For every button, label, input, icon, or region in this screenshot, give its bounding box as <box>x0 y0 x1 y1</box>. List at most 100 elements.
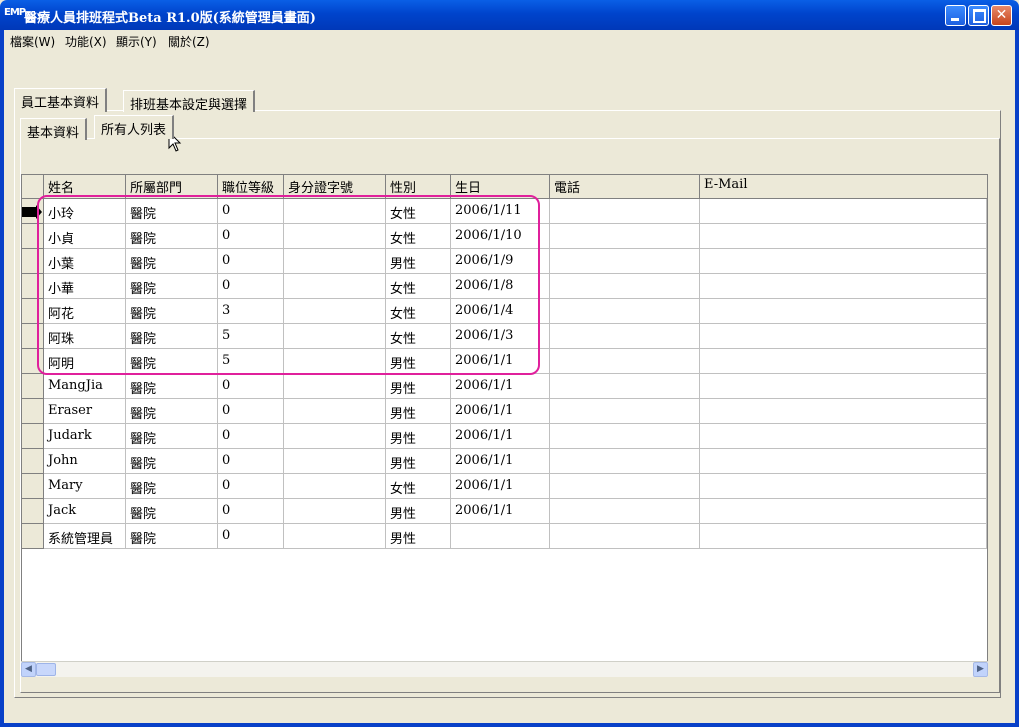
horizontal-scrollbar[interactable]: ◀ ▶ <box>21 661 988 677</box>
cell-rank[interactable]: 0 <box>218 274 284 299</box>
table-row[interactable]: 阿花 醫院 3 女性 2006/1/4 <box>22 299 987 324</box>
cell-phone[interactable] <box>550 424 700 449</box>
cell-phone[interactable] <box>550 324 700 349</box>
cell-rank[interactable]: 0 <box>218 399 284 424</box>
cell-id-number[interactable] <box>284 249 386 274</box>
cell-department[interactable]: 醫院 <box>126 324 218 349</box>
table-row[interactable]: 小貞 醫院 0 女性 2006/1/10 <box>22 224 987 249</box>
cell-name[interactable]: Jack <box>44 499 126 524</box>
row-indicator[interactable] <box>22 324 44 349</box>
table-row[interactable]: 系統管理員 醫院 0 男性 <box>22 524 987 549</box>
cell-birthday[interactable]: 2006/1/1 <box>451 499 550 524</box>
column-header-email[interactable]: E-Mail <box>700 175 987 198</box>
cell-phone[interactable] <box>550 249 700 274</box>
cell-birthday[interactable]: 2006/1/1 <box>451 449 550 474</box>
cell-gender[interactable]: 男性 <box>386 524 451 549</box>
cell-birthday[interactable]: 2006/1/4 <box>451 299 550 324</box>
table-row[interactable]: Judark 醫院 0 男性 2006/1/1 <box>22 424 987 449</box>
table-row[interactable]: 小華 醫院 0 女性 2006/1/8 <box>22 274 987 299</box>
cell-gender[interactable]: 女性 <box>386 474 451 499</box>
row-indicator[interactable] <box>22 399 44 424</box>
row-indicator[interactable] <box>22 274 44 299</box>
cell-department[interactable]: 醫院 <box>126 499 218 524</box>
row-indicator[interactable] <box>22 524 44 549</box>
cell-phone[interactable] <box>550 499 700 524</box>
cell-name[interactable]: 小華 <box>44 274 126 299</box>
close-button[interactable]: ✕ <box>991 5 1012 26</box>
cell-phone[interactable] <box>550 274 700 299</box>
row-indicator[interactable] <box>22 299 44 324</box>
menu-about[interactable]: 關於(Z) <box>168 33 210 50</box>
cell-id-number[interactable] <box>284 199 386 224</box>
cell-birthday[interactable]: 2006/1/1 <box>451 349 550 374</box>
cell-name[interactable]: 系統管理員 <box>44 524 126 549</box>
cell-birthday[interactable]: 2006/1/11 <box>451 199 550 224</box>
cell-id-number[interactable] <box>284 499 386 524</box>
table-row[interactable]: Jack 醫院 0 男性 2006/1/1 <box>22 499 987 524</box>
cell-phone[interactable] <box>550 349 700 374</box>
cell-email[interactable] <box>700 224 987 249</box>
cell-id-number[interactable] <box>284 349 386 374</box>
cell-name[interactable]: 小玲 <box>44 199 126 224</box>
cell-phone[interactable] <box>550 449 700 474</box>
cell-rank[interactable]: 5 <box>218 349 284 374</box>
cell-birthday[interactable]: 2006/1/1 <box>451 474 550 499</box>
scroll-right-button[interactable]: ▶ <box>973 662 988 677</box>
cell-department[interactable]: 醫院 <box>126 524 218 549</box>
table-row[interactable]: Mary 醫院 0 女性 2006/1/1 <box>22 474 987 499</box>
cell-email[interactable] <box>700 474 987 499</box>
row-indicator[interactable] <box>22 199 44 224</box>
column-header-rank[interactable]: 職位等級 <box>218 175 284 198</box>
cell-rank[interactable]: 0 <box>218 449 284 474</box>
table-row[interactable]: MangJia 醫院 0 男性 2006/1/1 <box>22 374 987 399</box>
cell-department[interactable]: 醫院 <box>126 299 218 324</box>
minimize-button[interactable] <box>945 5 966 26</box>
cell-birthday[interactable]: 2006/1/1 <box>451 424 550 449</box>
cell-email[interactable] <box>700 449 987 474</box>
cell-email[interactable] <box>700 274 987 299</box>
cell-gender[interactable]: 男性 <box>386 249 451 274</box>
tab-basic-info[interactable]: 基本資料 <box>20 118 88 141</box>
cell-department[interactable]: 醫院 <box>126 349 218 374</box>
column-header-birthday[interactable]: 生日 <box>451 175 550 198</box>
row-indicator[interactable] <box>22 449 44 474</box>
cell-id-number[interactable] <box>284 224 386 249</box>
cell-name[interactable]: Judark <box>44 424 126 449</box>
cell-birthday[interactable]: 2006/1/1 <box>451 374 550 399</box>
cell-id-number[interactable] <box>284 424 386 449</box>
tab-employee-info[interactable]: 員工基本資料 <box>14 88 108 112</box>
cell-gender[interactable]: 男性 <box>386 374 451 399</box>
cell-name[interactable]: 阿花 <box>44 299 126 324</box>
tab-schedule-settings[interactable]: 排班基本設定與選擇 <box>123 90 256 113</box>
row-indicator[interactable] <box>22 374 44 399</box>
cell-email[interactable] <box>700 524 987 549</box>
row-indicator[interactable] <box>22 474 44 499</box>
row-indicator[interactable] <box>22 224 44 249</box>
cell-gender[interactable]: 男性 <box>386 449 451 474</box>
row-indicator[interactable] <box>22 249 44 274</box>
cell-id-number[interactable] <box>284 274 386 299</box>
cell-name[interactable]: 小貞 <box>44 224 126 249</box>
row-indicator[interactable] <box>22 349 44 374</box>
cell-email[interactable] <box>700 324 987 349</box>
table-row[interactable]: John 醫院 0 男性 2006/1/1 <box>22 449 987 474</box>
cell-phone[interactable] <box>550 524 700 549</box>
cell-birthday[interactable]: 2006/1/9 <box>451 249 550 274</box>
cell-phone[interactable] <box>550 224 700 249</box>
cell-rank[interactable]: 0 <box>218 224 284 249</box>
cell-id-number[interactable] <box>284 299 386 324</box>
cell-department[interactable]: 醫院 <box>126 249 218 274</box>
row-indicator[interactable] <box>22 424 44 449</box>
cell-email[interactable] <box>700 299 987 324</box>
cell-name[interactable]: 小葉 <box>44 249 126 274</box>
cell-birthday[interactable]: 2006/1/1 <box>451 399 550 424</box>
table-row[interactable]: 小葉 醫院 0 男性 2006/1/9 <box>22 249 987 274</box>
column-header-department[interactable]: 所屬部門 <box>126 175 218 198</box>
table-row[interactable]: 阿珠 醫院 5 女性 2006/1/3 <box>22 324 987 349</box>
cell-rank[interactable]: 5 <box>218 324 284 349</box>
cell-department[interactable]: 醫院 <box>126 424 218 449</box>
cell-gender[interactable]: 女性 <box>386 324 451 349</box>
menu-view[interactable]: 顯示(Y) <box>116 33 157 50</box>
cell-gender[interactable]: 男性 <box>386 349 451 374</box>
cell-department[interactable]: 醫院 <box>126 199 218 224</box>
